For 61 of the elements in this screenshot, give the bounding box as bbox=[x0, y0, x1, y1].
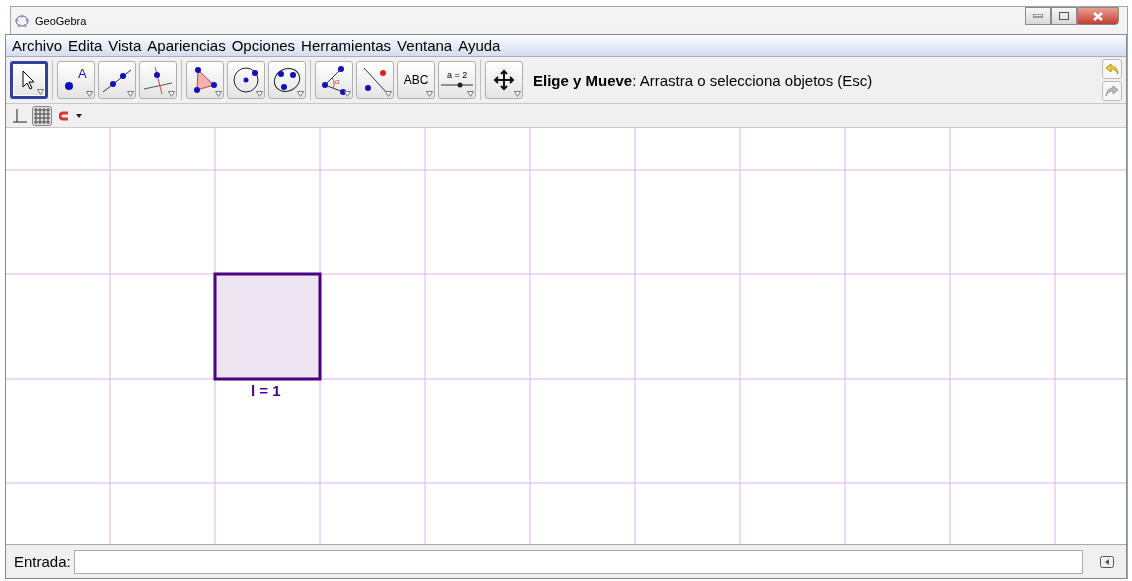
slider-label: a = 2 bbox=[447, 70, 468, 80]
dropdown-triangle-icon bbox=[385, 91, 392, 97]
maximize-icon bbox=[1059, 12, 1069, 20]
menu-item[interactable]: Apariencias bbox=[144, 37, 229, 54]
menu-item[interactable]: Ayuda bbox=[455, 37, 504, 54]
tool-help-text: Elige y Mueve: Arrastra o selecciona objetos (Esc) bbox=[533, 71, 874, 89]
tool-button[interactable] bbox=[356, 61, 394, 99]
undo-button[interactable] bbox=[1102, 59, 1122, 79]
menu-item[interactable]: Vista bbox=[105, 37, 145, 54]
grid-icon bbox=[34, 107, 50, 124]
tool-button[interactable] bbox=[186, 61, 224, 99]
app-logo-icon bbox=[15, 13, 29, 28]
dropdown-triangle-icon bbox=[215, 91, 222, 97]
dropdown-arrow-icon[interactable] bbox=[76, 113, 82, 118]
dropdown-triangle-icon bbox=[297, 91, 304, 97]
dropdown-triangle-icon bbox=[344, 91, 351, 97]
minimize-button[interactable] bbox=[1025, 7, 1051, 25]
move-arrows-icon bbox=[493, 69, 515, 91]
menu-item[interactable]: Archivo bbox=[9, 37, 66, 54]
menu-item[interactable]: Ventana bbox=[394, 37, 456, 54]
square[interactable] bbox=[213, 272, 322, 381]
point-label: A bbox=[78, 66, 87, 81]
dropdown-triangle-icon bbox=[127, 91, 134, 97]
dropdown-triangle-icon bbox=[467, 91, 474, 97]
angle-label: α bbox=[335, 77, 340, 86]
axes-icon bbox=[13, 108, 27, 123]
dropdown-triangle-icon bbox=[86, 91, 93, 97]
dropdown-triangle-icon bbox=[37, 89, 44, 95]
tool-button[interactable] bbox=[227, 61, 265, 99]
dropdown-triangle-icon bbox=[256, 91, 263, 97]
text-tool-label: ABC bbox=[403, 73, 429, 87]
dropdown-triangle-icon bbox=[168, 91, 175, 97]
menu-item[interactable]: Herramientas bbox=[298, 37, 395, 54]
dropdown-triangle-icon bbox=[514, 91, 521, 97]
close-icon bbox=[1093, 11, 1103, 21]
magnet-icon bbox=[59, 110, 69, 121]
input-field[interactable] bbox=[73, 549, 1083, 574]
grid-toggle[interactable] bbox=[32, 105, 52, 126]
menu-item[interactable]: Edita bbox=[65, 37, 106, 54]
tool-button[interactable] bbox=[10, 61, 48, 99]
tool-button[interactable]: α bbox=[315, 61, 353, 99]
collapse-icon bbox=[1100, 555, 1114, 568]
window-title: GeoGebra bbox=[35, 14, 88, 27]
tool-button[interactable]: a = 2 bbox=[438, 61, 476, 99]
tool-button[interactable] bbox=[268, 61, 306, 99]
perpendicular-line-icon bbox=[142, 65, 174, 95]
ellipse-icon bbox=[272, 65, 302, 95]
menu-item[interactable]: Opciones bbox=[228, 37, 299, 54]
tool-button[interactable]: A bbox=[57, 61, 95, 99]
square-label: l = 1 bbox=[251, 382, 281, 399]
undo-arrow-icon bbox=[1105, 63, 1119, 75]
minimize-icon bbox=[1033, 14, 1043, 18]
tool-button[interactable] bbox=[485, 61, 523, 99]
tool-button[interactable] bbox=[98, 61, 136, 99]
redo-arrow-icon bbox=[1105, 85, 1119, 97]
input-label: Entrada: bbox=[14, 553, 71, 570]
circle-icon bbox=[231, 65, 261, 95]
tool-button[interactable]: ABC bbox=[397, 61, 435, 99]
maximize-button[interactable] bbox=[1051, 7, 1077, 25]
close-button[interactable] bbox=[1077, 7, 1119, 25]
dropdown-triangle-icon bbox=[426, 91, 433, 97]
